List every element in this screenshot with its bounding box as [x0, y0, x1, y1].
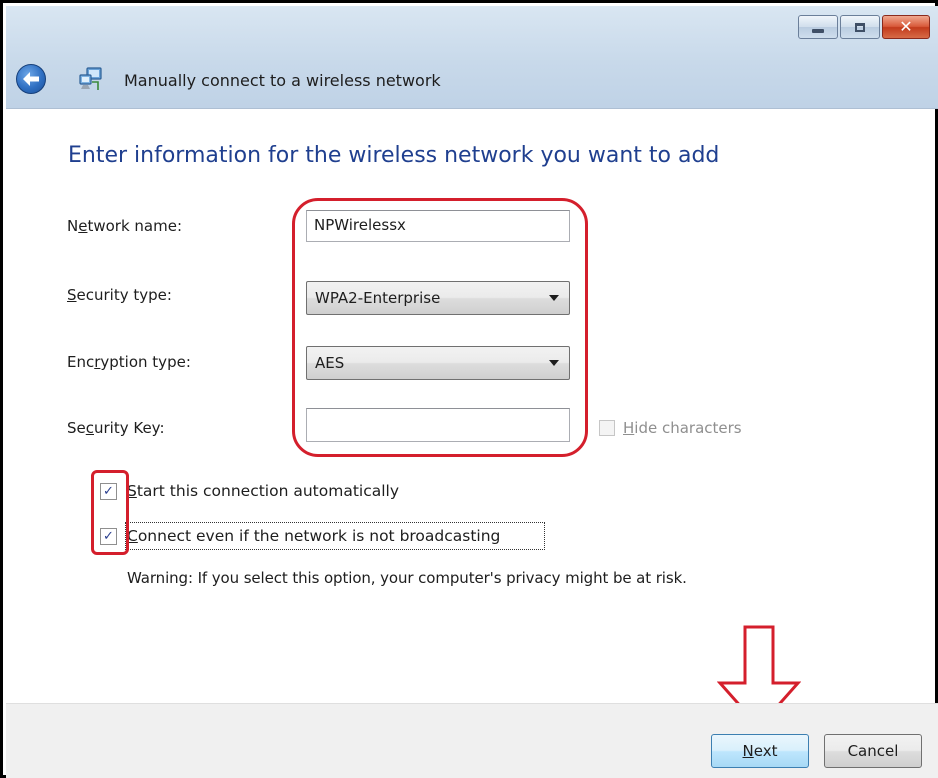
close-icon: ✕ — [899, 17, 913, 36]
maximize-icon — [855, 22, 865, 32]
hide-characters-label: Hide characters — [623, 419, 742, 437]
encryption-type-label: Encryption type: — [67, 353, 191, 371]
wireless-network-icon — [79, 67, 102, 90]
annotation-highlight-checkboxes — [91, 470, 129, 555]
connect-hidden-label: Connect even if the network is not broad… — [127, 527, 501, 545]
back-button[interactable] — [16, 64, 46, 94]
back-arrow-icon — [23, 72, 39, 86]
hide-characters-checkbox[interactable] — [599, 420, 615, 436]
annotation-highlight-fields — [292, 198, 588, 457]
security-type-label: Security type: — [67, 286, 172, 304]
start-automatically-label: Start this connection automatically — [127, 482, 400, 500]
minimize-button[interactable] — [798, 15, 838, 39]
close-button[interactable]: ✕ — [882, 15, 930, 39]
security-key-label: Security Key: — [67, 419, 165, 437]
maximize-button[interactable] — [840, 15, 880, 39]
minimize-icon — [812, 29, 824, 33]
dialog-window: ✕ Manually connect to a wireless network… — [0, 0, 938, 778]
network-name-label: Network name: — [67, 217, 183, 235]
privacy-warning: Warning: If you select this option, your… — [127, 569, 687, 587]
page-heading: Enter information for the wireless netwo… — [68, 143, 720, 168]
title-bar: ✕ Manually connect to a wireless network — [6, 6, 938, 109]
cancel-button[interactable]: Cancel — [824, 734, 922, 768]
window-controls: ✕ — [798, 15, 930, 39]
next-button[interactable]: Next — [711, 734, 809, 768]
window-title: Manually connect to a wireless network — [124, 71, 441, 90]
